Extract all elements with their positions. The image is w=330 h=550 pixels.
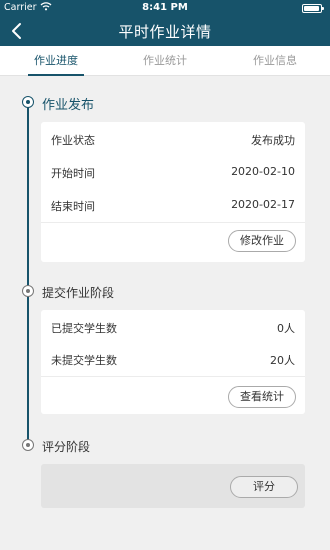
tab-bar: 作业进度 作业统计 作业信息 [0,46,330,76]
battery-icon [302,4,324,13]
row-value: 20人 [270,354,295,367]
card-divider [41,222,305,223]
row-label: 作业状态 [51,134,95,147]
publish-card: 作业状态 发布成功 开始时间 2020-02-10 结束时间 2020-02-1… [41,122,305,262]
grading-card: 评分 [41,464,305,508]
row-label: 已提交学生数 [51,322,117,335]
stage-dot-publish [22,96,34,108]
tab-info[interactable]: 作业信息 [247,46,303,76]
stage-title-publish: 作业发布 [42,98,95,113]
stage-dot-submit [22,285,34,297]
view-statistics-button[interactable]: 查看统计 [228,386,296,408]
app-header: Carrier 8:41 PM 平时作业详情 [0,0,330,46]
grade-button[interactable]: 评分 [230,476,298,498]
timeline-line [27,103,29,443]
row-label: 开始时间 [51,167,95,180]
status-bar: Carrier 8:41 PM [0,0,330,16]
row-value: 发布成功 [251,134,295,147]
page-title: 平时作业详情 [118,23,212,41]
unsubmitted-count-row: 未提交学生数 20人 [51,352,295,372]
submit-card: 已提交学生数 0人 未提交学生数 20人 查看统计 [41,310,305,414]
submitted-count-row: 已提交学生数 0人 [51,320,295,340]
start-time-row: 开始时间 2020-02-10 [51,165,295,185]
row-label: 结束时间 [51,200,95,213]
status-row: 作业状态 发布成功 [51,132,295,152]
edit-homework-button[interactable]: 修改作业 [228,230,296,252]
stage-title-grading: 评分阶段 [42,440,91,454]
tab-label: 作业信息 [253,54,297,67]
active-tab-indicator [28,74,84,76]
end-time-row: 结束时间 2020-02-17 [51,198,295,218]
row-label: 未提交学生数 [51,354,117,367]
tab-label: 作业进度 [34,54,78,67]
row-value: 2020-02-10 [231,165,295,178]
tab-statistics[interactable]: 作业统计 [137,46,193,76]
row-value: 0人 [277,322,295,335]
card-divider [41,376,305,377]
row-value: 2020-02-17 [231,198,295,211]
tab-progress[interactable]: 作业进度 [28,46,84,76]
stage-title-submit: 提交作业阶段 [42,286,115,300]
tab-label: 作业统计 [143,54,187,67]
stage-dot-grading [22,439,34,451]
status-time: 8:41 PM [142,2,188,13]
